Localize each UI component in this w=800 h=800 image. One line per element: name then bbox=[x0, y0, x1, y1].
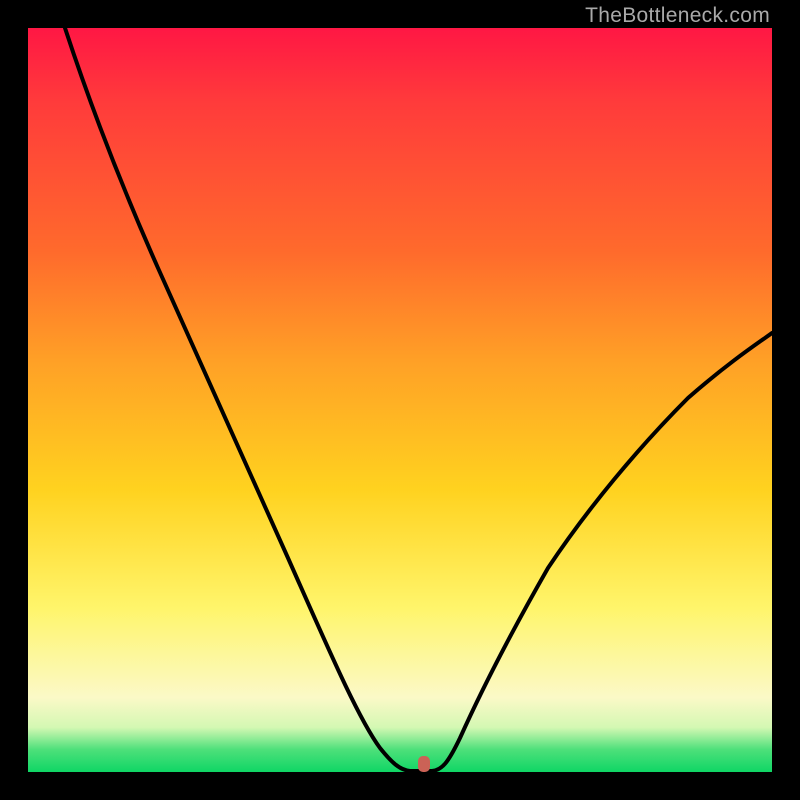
bottleneck-curve bbox=[28, 28, 772, 772]
minimum-marker bbox=[418, 756, 430, 772]
watermark-text: TheBottleneck.com bbox=[585, 4, 770, 28]
chart-frame: TheBottleneck.com bbox=[0, 0, 800, 800]
plot-area bbox=[28, 28, 772, 772]
